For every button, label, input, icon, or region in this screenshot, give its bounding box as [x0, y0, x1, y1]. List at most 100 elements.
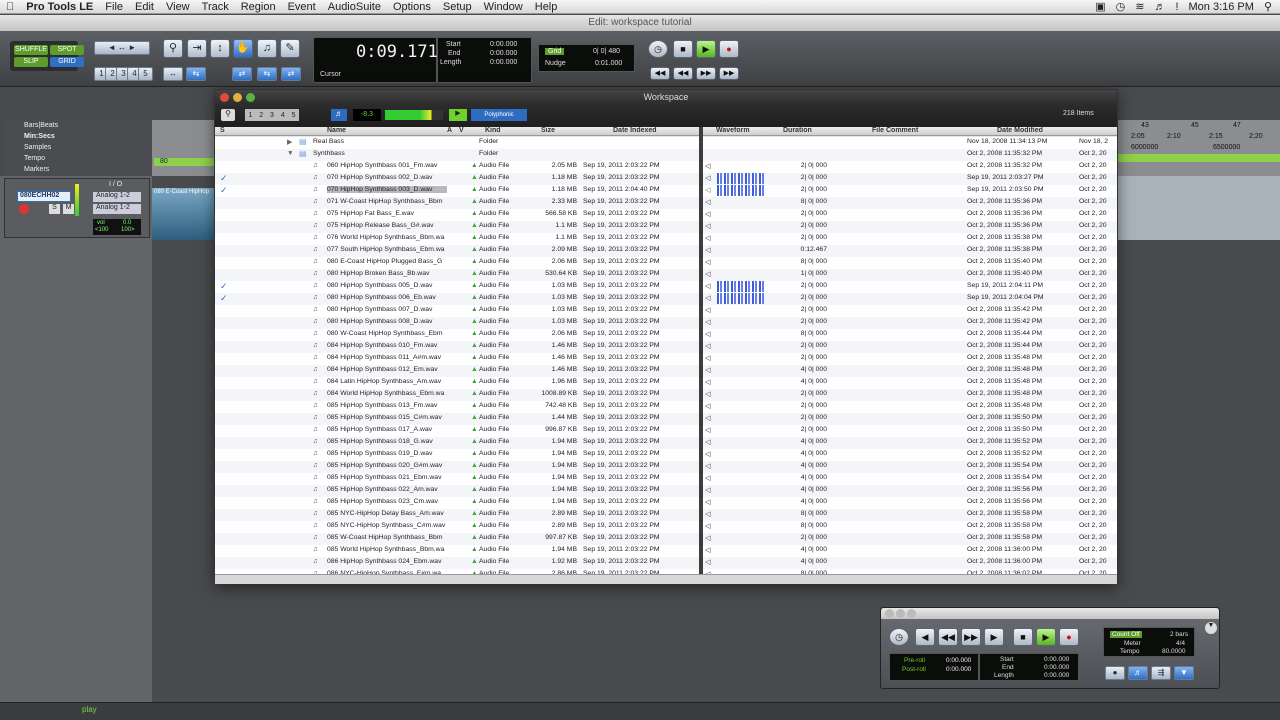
vol-pan-display[interactable]: vol 0.0 <100 100>: [93, 219, 141, 235]
volume-icon[interactable]: ♬: [1154, 1, 1165, 13]
file-row[interactable]: ♫ 084 Latin HipHop Synthbass_Am.wav ▲ Audio…: [215, 377, 1117, 389]
tr-length-value[interactable]: 0:00.000: [1044, 672, 1069, 679]
speaker-icon[interactable]: ◁: [705, 282, 715, 290]
folder-row[interactable]: ▶ ▤ Real Bass Folder Nov 18, 2008 11:34:13 P…: [215, 137, 1117, 149]
menu-file[interactable]: File: [99, 1, 129, 13]
pane-divider[interactable]: [699, 127, 703, 574]
waveform-thumbnail[interactable]: [717, 185, 765, 196]
waveform-thumbnail[interactable]: [717, 281, 765, 292]
menu-event[interactable]: Event: [282, 1, 322, 13]
col-kind[interactable]: Kind: [485, 127, 501, 134]
file-row[interactable]: ♫ 086 HipHop Synthbass 024_Ebm.wav ▲ Audio …: [215, 557, 1117, 569]
file-row[interactable]: ♫ 085 HipHop Synthbass 023_Cm.wav ▲ Audio F…: [215, 497, 1117, 509]
speaker-icon[interactable]: ◁: [705, 426, 715, 434]
file-row[interactable]: ♫ 080 E-Coast HipHop Plugged Bass_G ▲ Audio…: [215, 257, 1117, 269]
wait-note-button[interactable]: ●: [1105, 666, 1125, 680]
grid-mode-button[interactable]: GRID: [50, 57, 84, 67]
selector-tool-icon[interactable]: ↕: [210, 39, 230, 58]
menu-window[interactable]: Window: [478, 1, 529, 13]
file-row[interactable]: ♫ 060 HipHop Synthbass 001_Fm.wav ▲ Audio F…: [215, 161, 1117, 173]
speaker-icon[interactable]: ◁: [705, 210, 715, 218]
col-file-comment[interactable]: File Comment: [872, 127, 918, 134]
transport-close-icon[interactable]: [885, 609, 894, 618]
file-row[interactable]: ♫ 075 HipHop Release Bass_G#.wav ▲ Audio Fi…: [215, 221, 1117, 233]
speaker-icon[interactable]: ◁: [705, 234, 715, 242]
ruler-min-secs[interactable]: Min:Secs: [24, 133, 55, 140]
file-row[interactable]: ♫ 071 W-Coast HipHop Synthbass_Bbm ▲ Audio …: [215, 197, 1117, 209]
file-row[interactable]: ✓ ♫ 070 HipHop Synthbass 003_D.wav ▲ Audio F…: [215, 185, 1117, 197]
track-input[interactable]: Analog 1-2: [93, 192, 141, 202]
file-row[interactable]: ✓ ♫ 070 HipHop Synthbass 002_D.wav ▲ Audio F…: [215, 173, 1117, 185]
file-row[interactable]: ♫ 085 HipHop Synthbass 018_G.wav ▲ Audio Fi…: [215, 437, 1117, 449]
link-tool-2[interactable]: ⇆: [186, 67, 206, 81]
col-audio[interactable]: A: [447, 127, 452, 134]
page-1-button[interactable]: 1: [248, 112, 252, 119]
menu-view[interactable]: View: [160, 1, 196, 13]
spotlight-icon[interactable]: ⚲: [1264, 0, 1272, 13]
speaker-icon[interactable]: ◁: [705, 534, 715, 542]
tr-end-value[interactable]: 0:00.000: [1044, 664, 1069, 671]
file-row[interactable]: ♫ 080 W-Coast HipHop Synthbass_Ebm ▲ Audio …: [215, 329, 1117, 341]
preroll-value[interactable]: 0:00.000: [946, 657, 971, 664]
apple-icon[interactable]: : [0, 1, 20, 13]
speaker-icon[interactable]: ◁: [705, 162, 715, 170]
file-row[interactable]: ♫ 084 HipHop Synthbass 010_Fm.wav ▲ Audio F…: [215, 341, 1117, 353]
speaker-icon[interactable]: ◁: [705, 366, 715, 374]
link-tool-4[interactable]: ⇆: [257, 67, 277, 81]
wifi-icon[interactable]: ≋: [1135, 0, 1144, 13]
speaker-icon[interactable]: ◁: [705, 342, 715, 350]
menu-options[interactable]: Options: [387, 1, 437, 13]
workspace-titlebar[interactable]: Workspace: [215, 90, 1117, 105]
transport-online-icon[interactable]: ◷: [889, 628, 909, 646]
auto-preview-icon[interactable]: ▶: [449, 109, 467, 121]
grid-label[interactable]: Grid: [545, 48, 565, 55]
online-icon[interactable]: ◷: [648, 40, 668, 58]
file-row[interactable]: ♫ 085 NYC-HipHop Synthbass_C#m.wav ▲ Audio …: [215, 521, 1117, 533]
meter-label[interactable]: Meter: [1124, 640, 1141, 647]
file-row[interactable]: ✓ ♫ 080 HipHop Synthbass 006_Eb.wav ▲ Audio …: [215, 293, 1117, 305]
sel-end-value[interactable]: 0:00.000: [490, 50, 517, 57]
tempo-value-transport[interactable]: 80.0000: [1162, 648, 1186, 655]
rewind-button[interactable]: ◀◀: [673, 67, 693, 80]
folder-row[interactable]: ▼ ▤ Synthbass Folder Oct 2, 2008 11:35:32 PM…: [215, 149, 1117, 161]
forward-button[interactable]: ▶▶: [696, 67, 716, 80]
transport-end-button[interactable]: ▶: [984, 628, 1004, 646]
speaker-icon[interactable]: ◁: [705, 270, 715, 278]
speaker-icon[interactable]: ◁: [705, 318, 715, 326]
file-row[interactable]: ♫ 085 HipHop Synthbass 019_D.wav ▲ Audio Fi…: [215, 449, 1117, 461]
speaker-icon[interactable]: ◁: [705, 222, 715, 230]
transport-min-icon[interactable]: [896, 609, 905, 618]
speaker-icon[interactable]: ◁: [705, 546, 715, 554]
file-row[interactable]: ♫ 077 South HipHop Synthbass_Ebm.wa ▲ Audio…: [215, 245, 1117, 257]
speaker-icon[interactable]: ◁: [705, 198, 715, 206]
nudge-label[interactable]: Nudge: [545, 60, 566, 67]
speaker-icon[interactable]: ◁: [705, 510, 715, 518]
speaker-icon[interactable]: ◁: [705, 450, 715, 458]
file-row[interactable]: ♫ 085 World HipHop Synthbass_Bbm.wa ▲ Audio…: [215, 545, 1117, 557]
speaker-icon[interactable]: ◁: [705, 174, 715, 182]
speaker-icon[interactable]: ◁: [705, 390, 715, 398]
mute-button[interactable]: M: [63, 204, 74, 214]
end-button[interactable]: ▶▶: [719, 67, 739, 80]
scrubber-tool-icon[interactable]: ♫: [257, 39, 277, 58]
page-2-button[interactable]: 2: [259, 112, 263, 119]
transport-record-button[interactable]: ●: [1059, 628, 1079, 646]
waveform-thumbnail[interactable]: [717, 293, 765, 304]
timeline-rulers[interactable]: 80: [152, 120, 214, 176]
spot-mode-button[interactable]: SPOT: [50, 45, 84, 55]
col-video[interactable]: V: [459, 127, 464, 134]
file-row[interactable]: ♫ 085 HipHop Synthbass 022_Am.wav ▲ Audio F…: [215, 485, 1117, 497]
col-date-indexed[interactable]: Date Indexed: [613, 127, 657, 134]
ruler-markers[interactable]: Markers: [24, 166, 49, 173]
trim-tool-icon[interactable]: ⇥: [187, 39, 207, 58]
ruler-tempo[interactable]: Tempo: [24, 155, 45, 162]
col-date-modified[interactable]: Date Modified: [997, 127, 1043, 134]
speaker-icon[interactable]: ◁: [705, 498, 715, 506]
file-row[interactable]: ♫ 085 HipHop Synthbass 015_C#m.wav ▲ Audio …: [215, 413, 1117, 425]
preview-level[interactable]: -8.3: [353, 109, 381, 121]
file-row[interactable]: ♫ 075 HipHop Fat Bass_E.wav ▲ Audio File 566…: [215, 209, 1117, 221]
file-row[interactable]: ♫ 084 HipHop Synthbass 011_A#m.wav ▲ Audio …: [215, 353, 1117, 365]
transport-zoom-icon[interactable]: [907, 609, 916, 618]
transport-play-button[interactable]: ▶: [1036, 628, 1056, 646]
col-size[interactable]: Size: [541, 127, 555, 134]
